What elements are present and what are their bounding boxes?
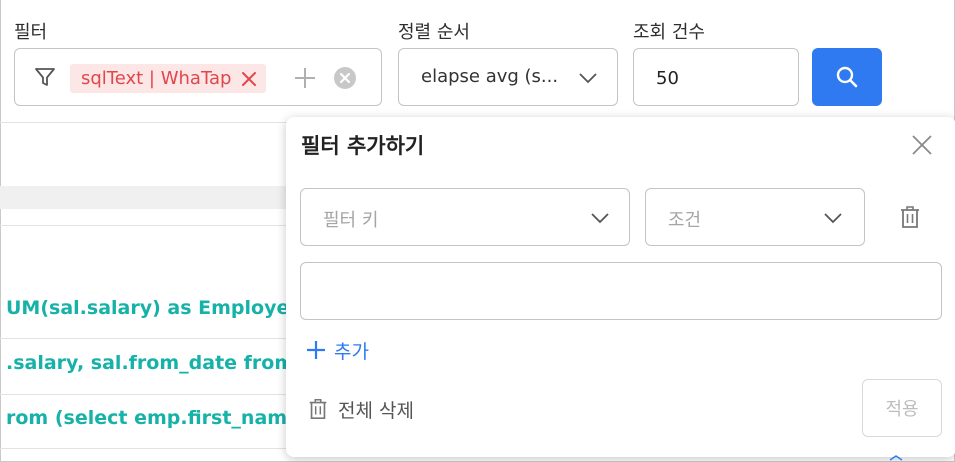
table-divider	[0, 394, 290, 395]
sort-value: elapse avg (s...	[421, 66, 559, 87]
table-divider	[0, 225, 290, 226]
table-row[interactable]: rom (select emp.first_nam	[6, 407, 286, 429]
condition-select[interactable]: 조건	[645, 188, 865, 246]
filter-value-field[interactable]	[300, 262, 942, 320]
chevron-down-icon	[824, 213, 842, 224]
count-label: 조회 건수	[633, 22, 705, 43]
filter-value-input[interactable]	[313, 277, 923, 305]
filter-key-select[interactable]: 필터 키	[300, 188, 630, 246]
sort-label: 정렬 순서	[398, 22, 470, 43]
table-row[interactable]: .salary, sal.from_date from	[6, 352, 286, 374]
close-icon[interactable]	[910, 133, 934, 157]
chevron-down-icon	[579, 73, 597, 84]
table-divider	[0, 448, 290, 449]
plus-icon	[307, 341, 325, 359]
filter-label: 필터	[14, 22, 48, 43]
resize-handle-icon	[889, 455, 903, 461]
clear-filter-icon[interactable]	[333, 66, 357, 90]
delete-all-button[interactable]: 전체 삭제	[306, 394, 414, 424]
filter-chip[interactable]: sqlText | WhaTap	[70, 64, 267, 93]
condition-placeholder: 조건	[668, 210, 702, 231]
chevron-down-icon	[591, 213, 609, 224]
add-filter-icon[interactable]	[293, 66, 317, 90]
table-divider	[0, 338, 290, 339]
search-icon	[836, 66, 858, 88]
add-condition-label: 추가	[334, 340, 369, 363]
apply-button[interactable]: 적용	[862, 379, 942, 437]
delete-all-label: 전체 삭제	[338, 399, 414, 422]
search-button[interactable]	[812, 48, 882, 106]
filter-key-placeholder: 필터 키	[323, 210, 379, 231]
add-condition-button[interactable]: 추가	[306, 336, 369, 364]
sort-select[interactable]: elapse avg (s...	[398, 48, 618, 106]
table-row[interactable]: UM(sal.salary) as Employee	[6, 297, 286, 319]
count-input[interactable]	[656, 65, 776, 91]
filter-chip-label: sqlText | WhaTap	[81, 68, 232, 89]
trash-icon[interactable]	[897, 204, 923, 230]
popup-title: 필터 추가하기	[301, 134, 425, 158]
filter-box[interactable]: sqlText | WhaTap	[14, 48, 382, 106]
count-field[interactable]	[633, 48, 799, 106]
add-filter-popup: 필터 추가하기 필터 키 조건 추가 전체 삭제 적용	[286, 117, 955, 457]
chip-remove-icon[interactable]	[241, 71, 257, 87]
table-divider	[0, 122, 290, 123]
funnel-icon	[35, 68, 55, 86]
trash-icon	[309, 399, 327, 420]
table-header-band	[0, 186, 290, 209]
